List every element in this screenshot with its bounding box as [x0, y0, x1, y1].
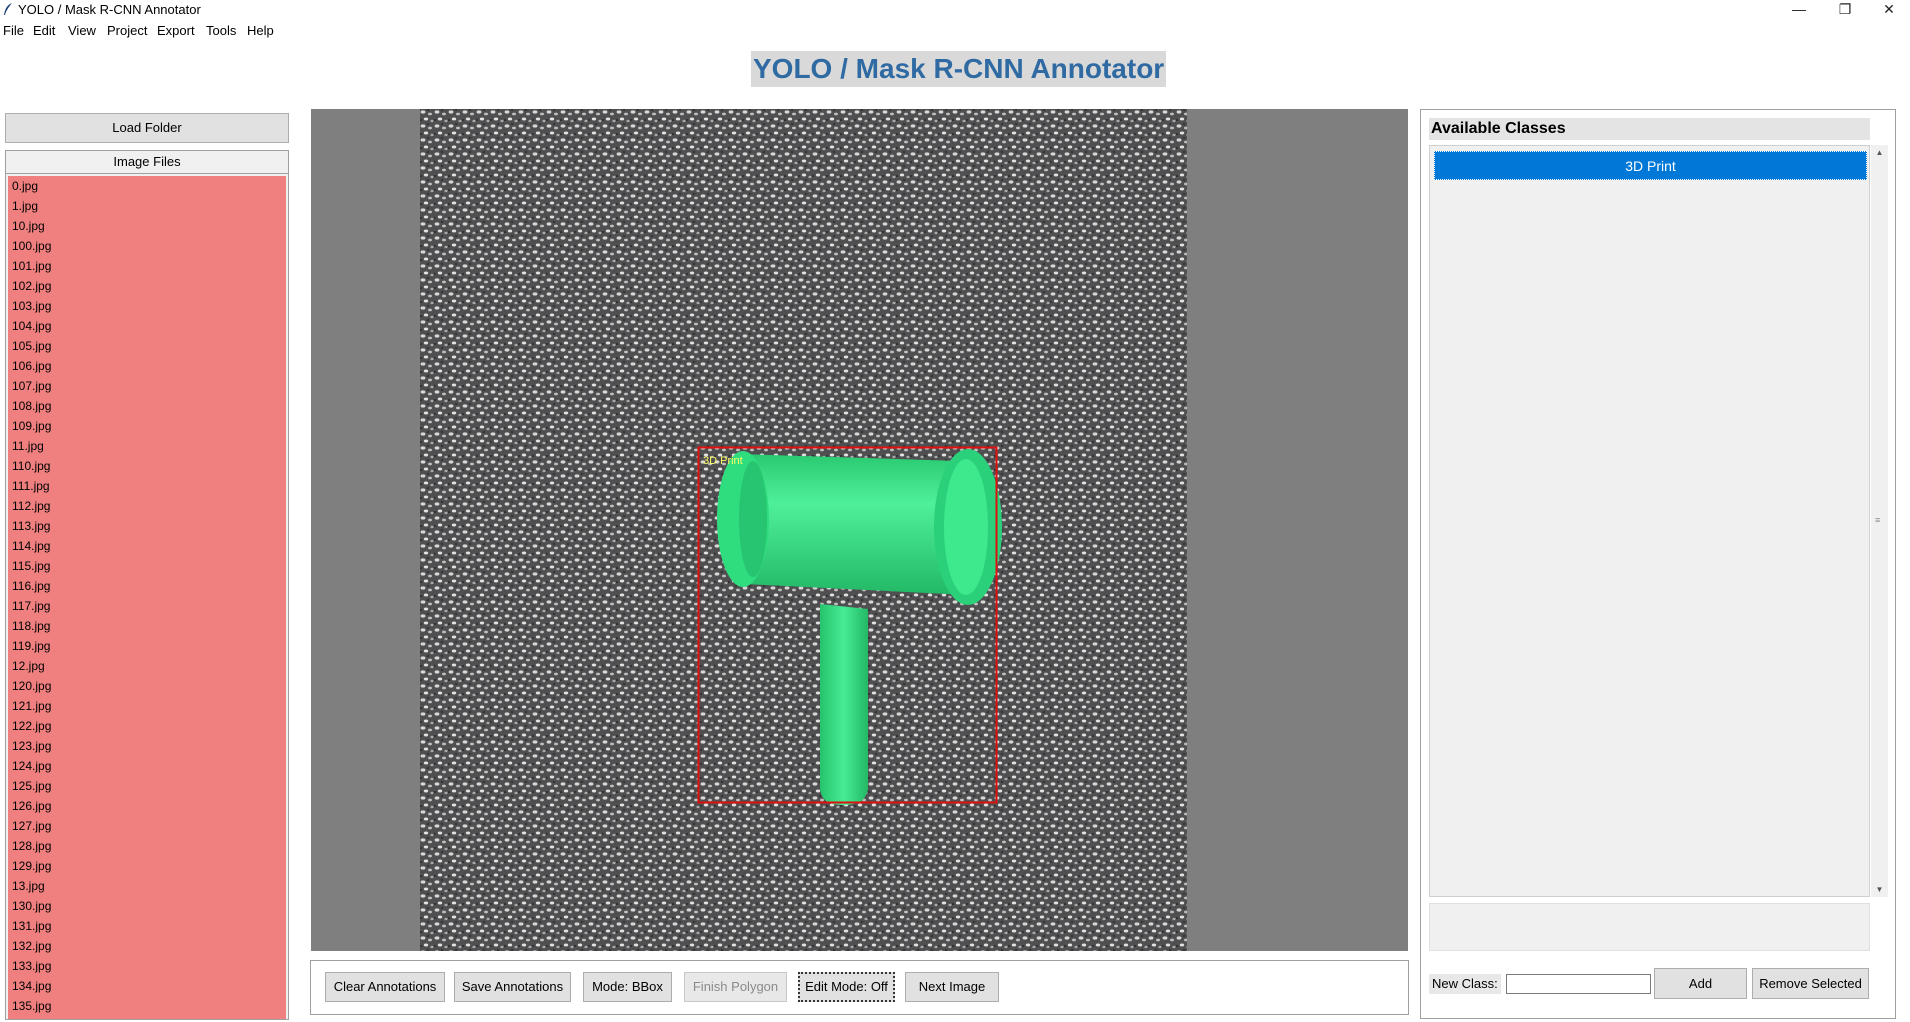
file-item[interactable]: 106.jpg — [8, 356, 286, 376]
file-item[interactable]: 110.jpg — [8, 456, 286, 476]
file-item[interactable]: 105.jpg — [8, 336, 286, 356]
edit-mode-button[interactable]: Edit Mode: Off — [798, 972, 895, 1002]
class-list-scrollbar[interactable]: ▲ ≡ ▼ — [1871, 145, 1888, 897]
file-item[interactable]: 116.jpg — [8, 576, 286, 596]
file-item[interactable]: 0.jpg — [8, 176, 286, 196]
menu-tools[interactable]: Tools — [206, 23, 236, 38]
window-title: YOLO / Mask R-CNN Annotator — [18, 2, 201, 17]
available-classes-header: Available Classes — [1429, 118, 1870, 140]
class-item-3d-print[interactable]: 3D Print — [1434, 151, 1867, 180]
new-class-label: New Class: — [1429, 974, 1501, 994]
close-icon[interactable]: ✕ — [1866, 0, 1910, 20]
file-item[interactable]: 128.jpg — [8, 836, 286, 856]
window-titlebar: YOLO / Mask R-CNN Annotator — ❐ ✕ — [0, 0, 1910, 20]
file-item[interactable]: 130.jpg — [8, 896, 286, 916]
file-item[interactable]: 107.jpg — [8, 376, 286, 396]
file-item[interactable]: 11.jpg — [8, 436, 286, 456]
file-item[interactable]: 133.jpg — [8, 956, 286, 976]
menu-bar: File Edit View Project Export Tools Help — [0, 20, 1910, 41]
file-item[interactable]: 108.jpg — [8, 396, 286, 416]
file-item[interactable]: 127.jpg — [8, 816, 286, 836]
menu-help[interactable]: Help — [247, 23, 274, 38]
file-item[interactable]: 131.jpg — [8, 916, 286, 936]
save-annotations-button[interactable]: Save Annotations — [454, 972, 571, 1002]
file-item[interactable]: 112.jpg — [8, 496, 286, 516]
file-item[interactable]: 121.jpg — [8, 696, 286, 716]
image-files-header: Image Files — [6, 151, 288, 174]
file-item[interactable]: 101.jpg — [8, 256, 286, 276]
menu-project[interactable]: Project — [107, 23, 147, 38]
scroll-grip-icon[interactable]: ≡ — [1875, 515, 1884, 525]
remove-selected-button[interactable]: Remove Selected — [1752, 968, 1869, 999]
file-item[interactable]: 102.jpg — [8, 276, 286, 296]
file-item[interactable]: 111.jpg — [8, 476, 286, 496]
file-item[interactable]: 100.jpg — [8, 236, 286, 256]
file-item[interactable]: 118.jpg — [8, 616, 286, 636]
file-item[interactable]: 1.jpg — [8, 196, 286, 216]
file-item[interactable]: 103.jpg — [8, 296, 286, 316]
menu-edit[interactable]: Edit — [33, 23, 55, 38]
file-item[interactable]: 109.jpg — [8, 416, 286, 436]
new-class-input[interactable] — [1506, 974, 1651, 994]
menu-view[interactable]: View — [68, 23, 96, 38]
image-files-panel: Image Files 0.jpg 1.jpg 10.jpg 100.jpg 101.j… — [5, 150, 289, 1020]
annotation-label: 3D Print — [703, 455, 743, 467]
load-folder-button[interactable]: Load Folder — [5, 113, 289, 143]
file-item[interactable]: 122.jpg — [8, 716, 286, 736]
mode-toggle-button[interactable]: Mode: BBox — [583, 972, 672, 1002]
file-item[interactable]: 125.jpg — [8, 776, 286, 796]
file-item[interactable]: 114.jpg — [8, 536, 286, 556]
file-item[interactable]: 124.jpg — [8, 756, 286, 776]
class-info-box — [1429, 903, 1870, 951]
menu-export[interactable]: Export — [157, 23, 195, 38]
file-item[interactable]: 135.jpg — [8, 996, 286, 1016]
file-item[interactable]: 120.jpg — [8, 676, 286, 696]
menu-file[interactable]: File — [3, 23, 24, 38]
file-item[interactable]: 104.jpg — [8, 316, 286, 336]
scroll-up-icon[interactable]: ▲ — [1871, 145, 1888, 160]
annotation-image[interactable]: 3D Print — [420, 109, 1187, 951]
file-item[interactable]: 12.jpg — [8, 656, 286, 676]
image-canvas[interactable]: 3D Print — [420, 109, 1187, 951]
file-item[interactable]: 113.jpg — [8, 516, 286, 536]
file-item[interactable]: 117.jpg — [8, 596, 286, 616]
file-item[interactable]: 134.jpg — [8, 976, 286, 996]
file-item[interactable]: 115.jpg — [8, 556, 286, 576]
clear-annotations-button[interactable]: Clear Annotations — [325, 972, 445, 1002]
file-item[interactable]: 10.jpg — [8, 216, 286, 236]
file-item[interactable]: 126.jpg — [8, 796, 286, 816]
image-file-list[interactable]: 0.jpg 1.jpg 10.jpg 100.jpg 101.jpg 102.jpg 103… — [8, 176, 286, 1019]
file-item[interactable]: 132.jpg — [8, 936, 286, 956]
scroll-down-icon[interactable]: ▼ — [1871, 882, 1888, 897]
feather-app-icon — [4, 3, 12, 15]
add-class-button[interactable]: Add — [1654, 968, 1747, 999]
finish-polygon-button[interactable]: Finish Polygon — [684, 972, 787, 1002]
file-item[interactable]: 119.jpg — [8, 636, 286, 656]
app-title: YOLO / Mask R-CNN Annotator — [751, 51, 1167, 87]
next-image-button[interactable]: Next Image — [905, 972, 999, 1002]
file-item[interactable]: 129.jpg — [8, 856, 286, 876]
minimize-icon[interactable]: — — [1776, 0, 1822, 20]
file-item[interactable]: 13.jpg — [8, 876, 286, 896]
restore-icon[interactable]: ❐ — [1822, 0, 1868, 20]
file-item[interactable]: 123.jpg — [8, 736, 286, 756]
class-list[interactable]: 3D Print — [1429, 145, 1870, 897]
